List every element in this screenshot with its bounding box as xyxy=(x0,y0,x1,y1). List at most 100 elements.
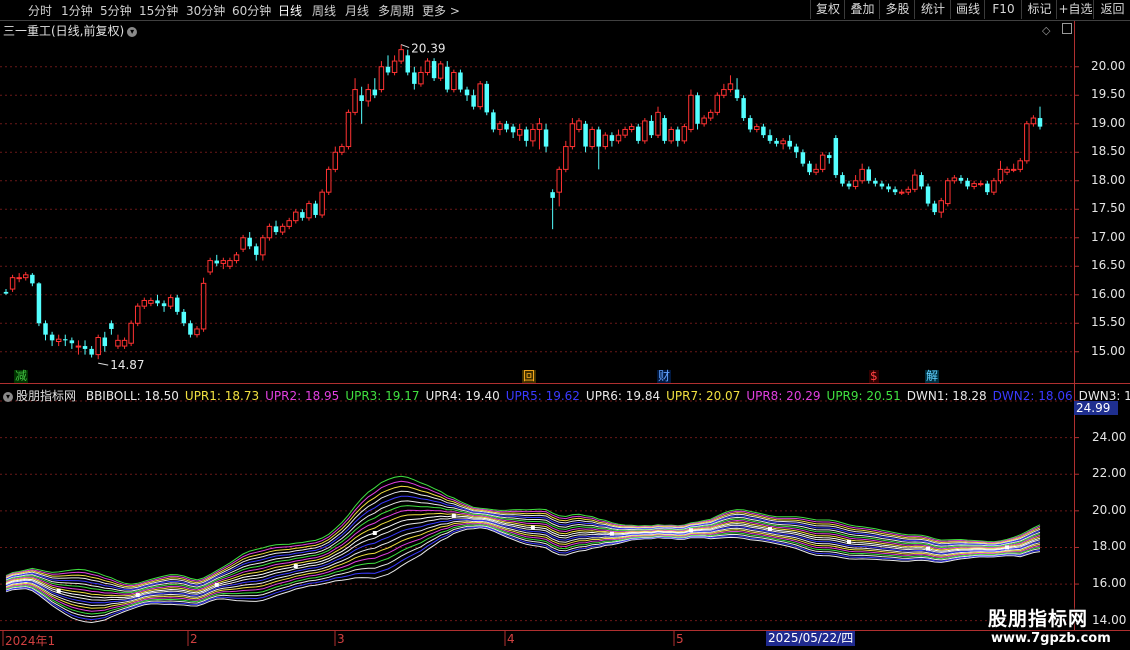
price-tick-label: 20.00 xyxy=(1091,58,1126,73)
month-label: 4 xyxy=(507,632,515,646)
candle-body xyxy=(115,339,121,347)
candle-body xyxy=(971,183,977,187)
event-mark-1[interactable]: 回 xyxy=(522,370,537,383)
candle-body xyxy=(477,83,483,108)
candle-body xyxy=(332,151,339,170)
current-value-tag: 24.99 xyxy=(1074,401,1118,415)
candle-body xyxy=(754,126,760,130)
candle-body xyxy=(846,183,852,187)
candle-body xyxy=(985,183,990,193)
candle-body xyxy=(780,140,786,145)
high-label: 20.39 xyxy=(411,42,445,56)
indicator-value-1: UPR1: 18.73 xyxy=(184,389,260,403)
indicator-header: ▾ 股朋指标网 BBIBOLL: 18.50 UPR1: 18.73 UPR2: 18… xyxy=(3,387,1130,404)
candle-body xyxy=(134,305,141,324)
candle-body xyxy=(965,180,970,187)
event-mark-3[interactable]: $ xyxy=(869,370,879,383)
candle-body xyxy=(471,95,476,107)
candle-body xyxy=(102,337,108,347)
candle-body xyxy=(747,118,753,130)
candle-body xyxy=(714,94,721,113)
watermark: 股朋指标网 www.7gpzb.com xyxy=(988,608,1111,646)
candle-body xyxy=(1004,168,1010,173)
indicator-value-3: UPR3: 19.17 xyxy=(345,389,420,403)
price-tick-label: 19.00 xyxy=(1091,115,1126,130)
bbi-marker xyxy=(56,588,61,593)
candle-body xyxy=(63,339,68,341)
candle-body xyxy=(464,89,470,96)
indicator-value-7: UPR7: 20.07 xyxy=(666,389,741,403)
candle-body xyxy=(69,340,75,344)
candle-body xyxy=(279,225,286,233)
candle-body xyxy=(1030,117,1037,125)
bbi-marker xyxy=(135,593,140,598)
candle-body xyxy=(938,200,944,213)
candle-body xyxy=(879,183,885,187)
candle-body xyxy=(550,192,555,198)
month-label: 2024年1 xyxy=(5,634,56,648)
low-arrow xyxy=(98,362,109,366)
price-tick-label: 19.50 xyxy=(1091,87,1126,102)
candle-body xyxy=(319,191,325,216)
bbi-marker xyxy=(293,564,298,569)
event-mark-0[interactable]: 减 xyxy=(14,370,29,383)
candle-body xyxy=(385,66,391,73)
bbi-marker xyxy=(372,531,377,536)
candle-body xyxy=(95,337,101,356)
candle-body xyxy=(991,180,997,193)
candle-body xyxy=(556,168,562,193)
candle-body xyxy=(1024,123,1030,162)
bbi-marker xyxy=(530,525,535,530)
chart-canvas[interactable]: 20.39 14.87 xyxy=(0,0,1130,650)
price-tick-label: 16.00 xyxy=(1091,286,1126,301)
indicator-value-5: UPR5: 19.62 xyxy=(505,389,580,403)
month-label: 3 xyxy=(337,632,345,646)
candle-body xyxy=(220,260,227,264)
indicator-value-8: UPR8: 20.29 xyxy=(746,389,821,403)
candle-body xyxy=(214,260,219,264)
candle-body xyxy=(905,188,912,193)
bbi-marker xyxy=(688,528,693,533)
candle-body xyxy=(596,129,601,147)
candle-body xyxy=(418,71,424,85)
candle-body xyxy=(951,177,958,182)
lower-band-line xyxy=(5,522,1041,612)
candle-body xyxy=(181,311,187,324)
candle-body xyxy=(437,63,444,79)
bbi-marker xyxy=(767,527,772,532)
candle-body xyxy=(668,128,674,142)
candle-body xyxy=(866,169,872,181)
candle-body xyxy=(977,183,984,186)
candle-body xyxy=(945,180,951,205)
candle-body xyxy=(602,134,609,148)
price-tick-label: 17.00 xyxy=(1091,229,1126,244)
candle-body xyxy=(89,348,94,355)
candle-body xyxy=(260,237,266,256)
candle-body xyxy=(827,155,832,158)
candle-body xyxy=(615,134,622,142)
chevron-down-icon[interactable]: ▾ xyxy=(3,391,13,402)
candle-body xyxy=(36,283,42,324)
candle-body xyxy=(247,237,252,247)
candle-body xyxy=(649,120,654,136)
candle-body xyxy=(266,225,273,239)
candle-body xyxy=(398,49,404,62)
candle-body xyxy=(516,128,523,136)
upper-band-line xyxy=(5,485,1041,588)
candle-body xyxy=(873,180,878,184)
candle-body xyxy=(141,299,148,307)
candle-body xyxy=(75,345,82,348)
event-mark-4[interactable]: 解 xyxy=(925,370,940,383)
candle-body xyxy=(167,297,174,307)
candle-body xyxy=(405,55,410,73)
candle-body xyxy=(82,346,88,349)
candle-body xyxy=(721,89,727,96)
candle-body xyxy=(1037,118,1043,127)
candle-body xyxy=(325,168,332,193)
candle-body xyxy=(431,61,437,79)
event-mark-2[interactable]: 财 xyxy=(657,370,672,383)
candle-body xyxy=(576,120,582,130)
candle-body xyxy=(819,154,826,170)
candle-body xyxy=(958,177,964,181)
candle-body xyxy=(128,322,134,344)
